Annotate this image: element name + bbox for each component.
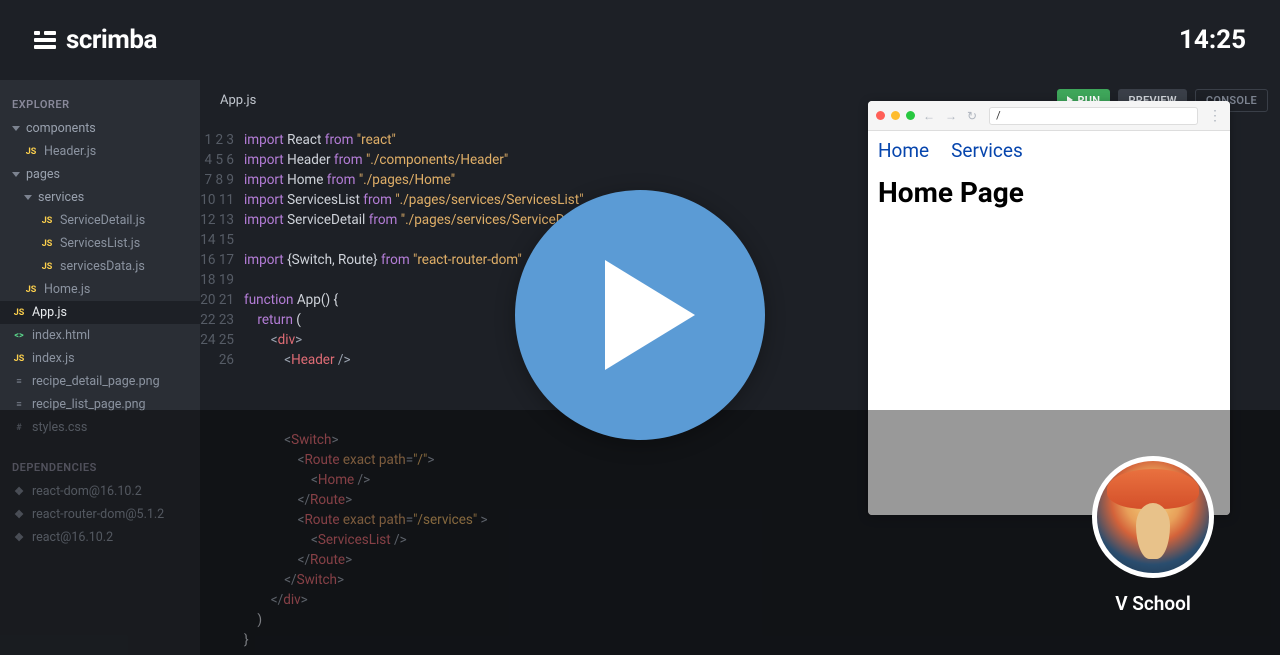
brand-text: scrimba — [66, 25, 157, 55]
play-icon — [605, 260, 695, 370]
preview-nav: Home Services — [878, 139, 1220, 162]
file-icon: ≡ — [12, 399, 26, 410]
file-icon: <> — [12, 331, 26, 341]
file-header-js[interactable]: JSHeader.js — [0, 140, 200, 163]
chevron-down-icon — [12, 172, 20, 177]
package-icon: ❖ — [12, 531, 26, 544]
file-home-js[interactable]: JSHome.js — [0, 278, 200, 301]
dependency-item[interactable]: ❖react@16.10.2 — [0, 526, 200, 549]
instructor-name: V School — [1092, 592, 1214, 615]
file-index-html[interactable]: <>index.html — [0, 324, 200, 347]
js-file-icon: JS — [40, 239, 54, 249]
file-icon: # — [12, 423, 26, 433]
traffic-light-minimize-icon[interactable] — [891, 111, 900, 120]
folder-pages[interactable]: pages — [0, 163, 200, 186]
file-index-js[interactable]: JSindex.js — [0, 347, 200, 370]
preview-nav-services[interactable]: Services — [951, 139, 1023, 162]
preview-chrome: ← → ↻ / ⋮ — [868, 101, 1230, 131]
chevron-down-icon — [12, 126, 20, 131]
file-icon: JS — [12, 308, 26, 318]
dependency-item[interactable]: ❖react-dom@16.10.2 — [0, 480, 200, 503]
dependency-item[interactable]: ❖react-router-dom@5.1.2 — [0, 503, 200, 526]
play-video-button[interactable] — [515, 190, 765, 440]
file-recipe-detail-page-png[interactable]: ≡recipe_detail_page.png — [0, 370, 200, 393]
dependencies-heading: DEPENDENCIES — [0, 453, 200, 480]
file-styles-css[interactable]: #styles.css — [0, 416, 200, 439]
file-services-list-js[interactable]: JSServicesList.js — [0, 232, 200, 255]
package-icon: ❖ — [12, 485, 26, 498]
file-app-js[interactable]: JSApp.js — [0, 301, 200, 324]
package-icon: ❖ — [12, 508, 26, 521]
back-icon[interactable]: ← — [921, 109, 937, 123]
forward-icon[interactable]: → — [943, 109, 959, 123]
kebab-menu-icon[interactable]: ⋮ — [1208, 108, 1222, 124]
reload-icon[interactable]: ↻ — [965, 109, 979, 123]
file-icon: JS — [12, 354, 26, 364]
folder-components[interactable]: components — [0, 117, 200, 140]
folder-services[interactable]: services — [0, 186, 200, 209]
timestamp: 14:25 — [1179, 25, 1246, 55]
js-file-icon: JS — [24, 147, 38, 157]
chevron-down-icon — [24, 195, 32, 200]
instructor-badge[interactable]: V School — [1092, 456, 1214, 615]
file-icon: ≡ — [12, 376, 26, 387]
brand[interactable]: scrimba — [34, 25, 157, 55]
preview-heading: Home Page — [878, 176, 1220, 209]
explorer-heading: EXPLORER — [0, 90, 200, 117]
js-file-icon: JS — [40, 262, 54, 272]
js-file-icon: JS — [40, 216, 54, 226]
sidebar: EXPLORER components JSHeader.js pages se… — [0, 80, 200, 655]
preview-window: ← → ↻ / ⋮ Home Services Home Page — [868, 101, 1230, 515]
preview-nav-home[interactable]: Home — [878, 139, 929, 162]
traffic-light-maximize-icon[interactable] — [906, 111, 915, 120]
active-tab[interactable]: App.js — [220, 93, 256, 108]
scrimba-logo-icon — [34, 31, 56, 49]
top-bar: scrimba 14:25 — [0, 0, 1280, 80]
file-services-data-js[interactable]: JSservicesData.js — [0, 255, 200, 278]
instructor-avatar — [1092, 456, 1214, 578]
file-service-detail-js[interactable]: JSServiceDetail.js — [0, 209, 200, 232]
gutter: 1 2 3 4 5 6 7 8 9 10 11 12 13 14 15 16 1… — [200, 130, 244, 650]
js-file-icon: JS — [24, 285, 38, 295]
file-recipe-list-page-png[interactable]: ≡recipe_list_page.png — [0, 393, 200, 416]
traffic-light-close-icon[interactable] — [876, 111, 885, 120]
url-bar[interactable]: / — [989, 107, 1198, 125]
